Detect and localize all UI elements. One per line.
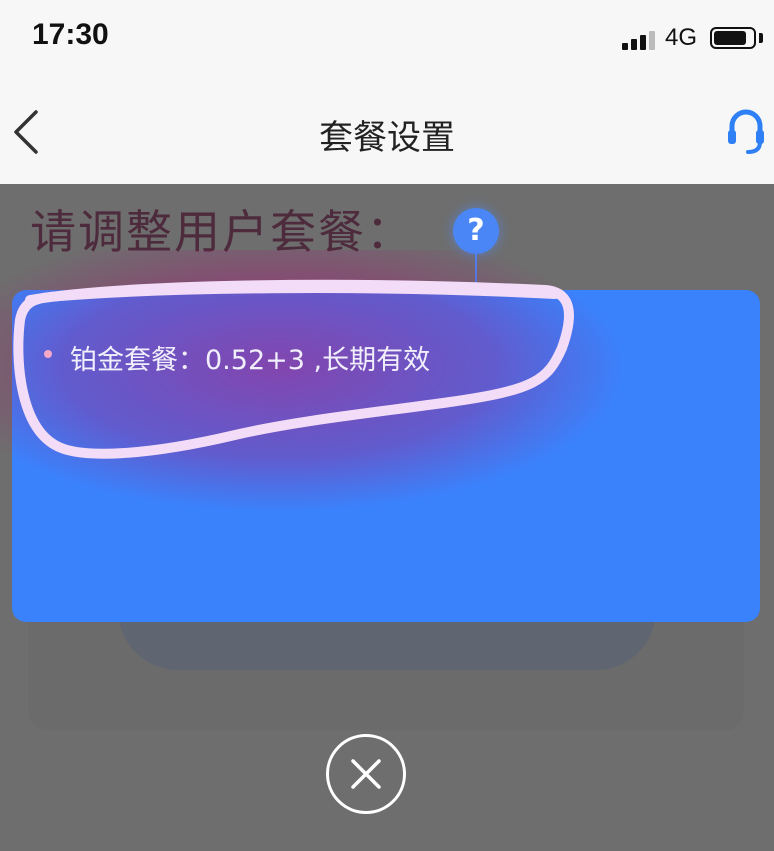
battery-icon [710, 27, 756, 49]
status-bar: 17:30 4G [0, 0, 774, 80]
help-icon[interactable]: ? [453, 208, 499, 254]
network-type: 4G [665, 24, 698, 51]
nav-bar: 套餐设置 [0, 80, 774, 184]
package-item: 铂金套餐：0.52+3 ,长期有效 [70, 345, 431, 376]
status-time: 17:30 [32, 18, 109, 51]
tooltip-pointer [475, 252, 477, 290]
headset-icon[interactable] [726, 106, 766, 156]
close-icon [351, 759, 381, 789]
section-heading: 请调整用户套餐： [30, 205, 414, 259]
battery-level [714, 31, 746, 45]
close-button[interactable] [326, 734, 406, 814]
bullet-dot [44, 350, 52, 358]
battery-tip [759, 33, 763, 43]
page-title: 套餐设置 [319, 118, 455, 158]
signal-icon [622, 30, 656, 50]
